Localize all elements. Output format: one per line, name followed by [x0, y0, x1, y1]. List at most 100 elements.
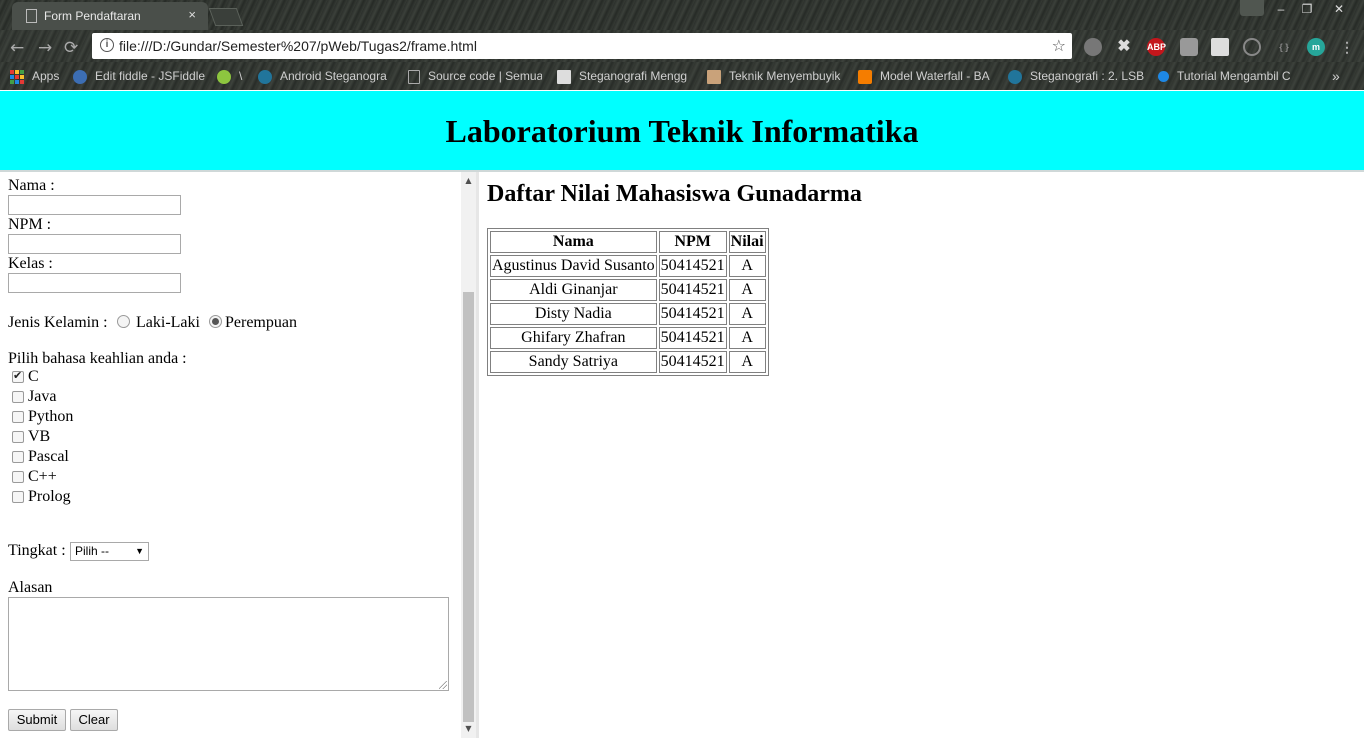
bookmarks-bar: Apps Edit fiddle - JSFiddle \ Android St… — [0, 62, 1364, 90]
cell-nilai: A — [728, 279, 766, 301]
npm-input[interactable] — [8, 234, 181, 254]
extension-bag-icon[interactable] — [1180, 38, 1198, 56]
column-header: Nama — [490, 231, 657, 253]
cell-npm: 50414521 — [658, 303, 727, 325]
bookmark-source-code[interactable]: Source code | Semua — [408, 68, 542, 84]
scroll-down-icon[interactable]: ▼ — [461, 722, 476, 736]
extension-doc-icon[interactable] — [1211, 38, 1229, 56]
checkbox-label: C++ — [28, 468, 57, 485]
cell-npm: 50414521 — [658, 351, 727, 373]
extension-m-icon[interactable]: m — [1307, 38, 1325, 56]
submit-button[interactable]: Submit — [8, 709, 66, 731]
bookmark-steganografi-mengg[interactable]: Steganografi Mengg — [557, 68, 691, 84]
tingkat-select-value: Pilih -- — [75, 544, 110, 558]
jsfiddle-icon — [73, 69, 87, 84]
cell-nama: Disty Nadia — [490, 303, 657, 325]
column-header: NPM — [658, 231, 727, 253]
checkbox-java[interactable] — [12, 391, 24, 403]
checkbox-label: Prolog — [28, 488, 71, 505]
chevron-down-icon: ▼ — [135, 546, 144, 556]
checkbox-python[interactable] — [12, 411, 24, 423]
reload-icon[interactable]: ⟳ — [64, 38, 78, 58]
new-tab-button[interactable] — [208, 8, 244, 26]
cell-nama: Aldi Ginanjar — [490, 279, 657, 301]
dot-grid-icon — [557, 69, 571, 84]
kelas-input[interactable] — [8, 273, 181, 293]
wordpress-icon — [1008, 69, 1022, 84]
bookmark-star-icon[interactable]: ☆ — [1052, 36, 1066, 55]
table-row: Aldi Ginanjar 50414521 A — [490, 279, 766, 301]
checkbox-vb[interactable] — [12, 431, 24, 443]
checkbox-c[interactable] — [12, 369, 24, 383]
back-icon[interactable]: ← — [10, 38, 24, 58]
forward-icon[interactable]: → — [38, 38, 52, 58]
nama-input[interactable] — [8, 195, 181, 215]
cell-nilai: A — [728, 351, 766, 373]
checkbox-pascal[interactable] — [12, 451, 24, 463]
cell-nama: Ghifary Zhafran — [490, 327, 657, 349]
checkbox-label: VB — [28, 428, 51, 445]
bookmark-steganografi-lsb[interactable]: Steganografi : 2. LSB — [1008, 68, 1144, 84]
page-title: Laboratorium Teknik Informatika — [445, 113, 919, 149]
apps-grid-icon — [10, 69, 24, 84]
clear-button[interactable]: Clear — [70, 709, 118, 731]
checkbox-label: C — [28, 368, 39, 385]
cell-nama: Agustinus David Susanto — [490, 255, 657, 277]
minimize-button[interactable]: – — [1268, 0, 1294, 18]
radio-laki-laki[interactable] — [117, 315, 130, 328]
grades-table: Nama NPM Nilai Agustinus David Susanto 5… — [487, 228, 769, 376]
radio-laki-laki-label: Laki-Laki — [136, 314, 200, 331]
tingkat-select[interactable]: Pilih -- ▼ — [70, 542, 149, 561]
checkbox-label: Java — [28, 388, 57, 405]
nama-label: Nama : — [8, 177, 55, 194]
bookmark-m[interactable]: \ — [217, 68, 249, 84]
checkbox-cpp[interactable] — [12, 471, 24, 483]
browser-tab[interactable]: Form Pendaftaran × — [12, 2, 208, 30]
checkbox-label: Pascal — [28, 448, 69, 465]
table-row: Ghifary Zhafran 50414521 A — [490, 327, 766, 349]
adblock-icon[interactable]: ABP — [1147, 38, 1166, 56]
url-text: file:///D:/Gundar/Semester%207/pWeb/Tuga… — [119, 38, 477, 54]
bookmarks-overflow-icon[interactable]: » — [1332, 68, 1348, 84]
extension-brackets-icon[interactable]: { } — [1275, 38, 1293, 56]
form-frame: Nama : NPM : Kelas : Jenis Kelamin : Lak… — [0, 172, 479, 738]
thumbnail-icon — [707, 69, 721, 84]
profile-icon[interactable] — [1240, 0, 1264, 16]
address-bar[interactable]: i file:///D:/Gundar/Semester%207/pWeb/Tu… — [92, 33, 1072, 59]
menu-icon[interactable]: ⋮ — [1338, 38, 1356, 56]
page-icon — [408, 69, 420, 84]
bookmark-teknik-menyembunyikan[interactable]: Teknik Menyembuyik — [707, 68, 845, 84]
alasan-textarea[interactable] — [8, 597, 449, 691]
header-frame: Laboratorium Teknik Informatika — [0, 91, 1364, 172]
extension-x-icon[interactable]: ✖ — [1115, 38, 1133, 56]
tingkat-label: Tingkat : — [8, 542, 66, 559]
grades-title: Daftar Nilai Mahasiswa Gunadarma — [487, 181, 862, 207]
site-info-icon[interactable]: i — [100, 38, 114, 52]
bookmark-jsfiddle[interactable]: Edit fiddle - JSFiddle — [73, 68, 205, 84]
scroll-up-icon[interactable]: ▲ — [461, 174, 476, 188]
blue-dot-icon — [1158, 71, 1169, 83]
extension-cloud-icon[interactable] — [1084, 38, 1102, 56]
tab-close-icon[interactable]: × — [188, 7, 196, 22]
bookmark-model-waterfall[interactable]: Model Waterfall - BA — [858, 68, 992, 84]
radio-perempuan-label: Perempuan — [225, 314, 297, 331]
checkbox-prolog[interactable] — [12, 491, 24, 503]
restore-button[interactable]: ❐ — [1294, 0, 1320, 18]
bookmark-apps[interactable]: Apps — [10, 68, 65, 84]
radio-perempuan[interactable] — [209, 315, 222, 328]
gender-label: Jenis Kelamin : — [8, 314, 108, 331]
checkbox-label: Python — [28, 408, 74, 425]
extension-globe-icon[interactable] — [1243, 38, 1261, 56]
bookmark-tutorial-mengambil[interactable]: Tutorial Mengambil C — [1158, 68, 1290, 84]
resize-grip-icon[interactable] — [439, 681, 447, 689]
cell-nilai: A — [728, 303, 766, 325]
scrollbar-thumb[interactable] — [463, 292, 474, 722]
alasan-label: Alasan — [8, 579, 53, 596]
cell-npm: 50414521 — [658, 327, 727, 349]
browser-titlebar: Form Pendaftaran × – ❐ ✕ — [0, 0, 1364, 30]
bookmark-android-steganografi[interactable]: Android Steganogra — [258, 68, 390, 84]
m-green-icon — [217, 69, 231, 84]
close-window-button[interactable]: ✕ — [1326, 0, 1352, 18]
kelas-label: Kelas : — [8, 255, 53, 272]
cell-nama: Sandy Satriya — [490, 351, 657, 373]
